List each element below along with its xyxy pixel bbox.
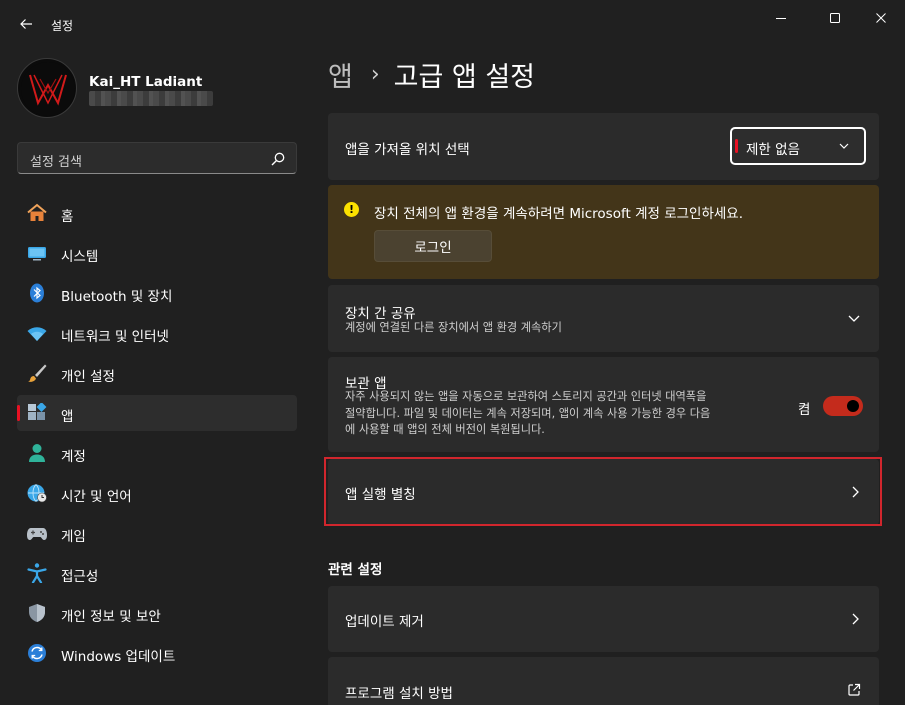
- sidebar-item-label: 접근성: [61, 569, 99, 585]
- app-execution-aliases-card[interactable]: 앱 실행 별칭: [328, 459, 879, 525]
- login-button[interactable]: 로그인: [374, 230, 492, 262]
- archive-subtitle-line-3: 에 사용할 때 앱의 전체 버전이 복원됩니다.: [345, 423, 545, 436]
- title-bar: 설정: [0, 0, 905, 48]
- sidebar-item-bluetooth[interactable]: Bluetooth 및 장치: [17, 275, 297, 311]
- install-source-title: 앱을 가져올 위치 선택: [345, 142, 470, 158]
- share-subtitle: 계정에 연결된 다른 장치에서 앱 환경 계속하기: [345, 321, 562, 334]
- user-name: Kai_HT Ladiant: [89, 74, 203, 90]
- sidebar-item-label: 시간 및 언어: [61, 489, 132, 505]
- install-source-dropdown[interactable]: 제한 없음: [730, 127, 866, 165]
- search-placeholder: 설정 검색: [30, 155, 82, 170]
- share-across-devices-card[interactable]: 장치 간 공유 계정에 연결된 다른 장치에서 앱 환경 계속하기: [328, 285, 879, 352]
- page-title: 고급 앱 설정: [393, 61, 536, 93]
- archive-apps-card: 보관 앱 자주 사용되지 않는 앱을 자동으로 보관하여 스토리지 공간과 인터…: [328, 357, 879, 452]
- related-settings-title: 관련 설정: [328, 562, 383, 578]
- accessibility-icon: [26, 563, 48, 583]
- sidebar-item-home[interactable]: 홈: [17, 195, 297, 231]
- sidebar-item-personalization[interactable]: 개인 설정: [17, 355, 297, 391]
- gamepad-icon: [26, 523, 48, 543]
- program-install-label: 프로그램 설치 방법: [345, 686, 453, 702]
- archive-subtitle-line-2: 절약합니다. 파일 및 데이터는 계속 저장되며, 앱이 계속 사용 가능한 경…: [345, 406, 711, 420]
- sidebar-item-privacy-security[interactable]: 개인 정보 및 보안: [17, 595, 297, 631]
- banner-message: 장치 전체의 앱 환경을 계속하려면 Microsoft 계정 로그인하세요.: [374, 206, 744, 222]
- user-profile[interactable]: Kai_HT Ladiant: [17, 58, 297, 120]
- breadcrumb: 앱 › 고급 앱 설정: [328, 54, 535, 94]
- sidebar-item-accounts[interactable]: 계정: [17, 435, 297, 471]
- sidebar-item-label: Bluetooth 및 장치: [61, 289, 173, 305]
- avatar-logo-icon: [21, 62, 75, 116]
- sidebar-item-label: 시스템: [61, 249, 99, 265]
- sidebar-item-label: 개인 정보 및 보안: [61, 609, 161, 625]
- maximize-icon: [830, 13, 840, 23]
- app-title: 설정: [51, 19, 74, 33]
- sidebar-item-apps[interactable]: 앱: [17, 395, 297, 431]
- brush-icon: [26, 363, 48, 383]
- uninstall-updates-card[interactable]: 업데이트 제거: [328, 586, 879, 652]
- sidebar-item-windows-update[interactable]: Windows 업데이트: [17, 635, 297, 671]
- minimize-button[interactable]: [766, 6, 796, 30]
- sidebar-item-network[interactable]: 네트워크 및 인터넷: [17, 315, 297, 351]
- sidebar-item-system[interactable]: 시스템: [17, 235, 297, 271]
- share-title: 장치 간 공유: [345, 306, 416, 322]
- program-install-card[interactable]: 프로그램 설치 방법: [328, 657, 879, 705]
- toggle-knob: [847, 400, 859, 412]
- arrow-left-icon: [20, 19, 32, 29]
- avatar: [17, 58, 77, 118]
- install-source-card: 앱을 가져올 위치 선택 제한 없음: [328, 113, 879, 180]
- sidebar-item-label: 홈: [61, 209, 74, 225]
- search-input[interactable]: 설정 검색: [17, 142, 297, 174]
- aliases-title: 앱 실행 별칭: [345, 487, 416, 503]
- warning-icon: !: [344, 202, 359, 217]
- archive-toggle-state: 켬: [798, 402, 811, 418]
- globe-clock-icon: [26, 483, 48, 503]
- close-button[interactable]: [866, 6, 896, 30]
- external-link-icon: [848, 683, 861, 696]
- search-icon: [271, 152, 285, 166]
- wifi-icon: [26, 323, 48, 343]
- sidebar-nav: 홈 시스템 Bluetooth 및 장치 네트워크 및 인터넷 개인 설정 앱: [17, 195, 297, 675]
- archive-subtitle-line-1: 자주 사용되지 않는 앱을 자동으로 보관하여 스토리지 공간과 인터넷 대역폭…: [345, 390, 707, 403]
- close-icon: [876, 13, 886, 23]
- sidebar-item-accessibility[interactable]: 접근성: [17, 555, 297, 591]
- minimize-icon: [776, 18, 786, 19]
- chevron-down-icon: [839, 143, 849, 149]
- sidebar-item-label: 계정: [61, 449, 86, 465]
- breadcrumb-parent[interactable]: 앱: [328, 55, 353, 94]
- sidebar-item-label: 게임: [61, 529, 86, 545]
- redacted-email: [89, 91, 213, 106]
- sidebar-item-label: 앱: [61, 409, 74, 425]
- shield-icon: [26, 603, 48, 623]
- chevron-down-icon[interactable]: [847, 312, 861, 324]
- bluetooth-icon: [26, 283, 48, 303]
- sidebar-item-label: 개인 설정: [61, 369, 115, 385]
- sidebar-item-gaming[interactable]: 게임: [17, 515, 297, 551]
- dropdown-value: 제한 없음: [746, 142, 800, 158]
- archive-toggle[interactable]: [823, 396, 863, 416]
- monitor-icon: [26, 243, 48, 263]
- update-icon: [26, 643, 48, 663]
- account-warning-banner: ! 장치 전체의 앱 환경을 계속하려면 Microsoft 계정 로그인하세요…: [328, 185, 879, 279]
- uninstall-updates-label: 업데이트 제거: [345, 614, 424, 630]
- sidebar-item-label: Windows 업데이트: [61, 649, 176, 665]
- breadcrumb-separator: ›: [370, 61, 380, 87]
- back-button[interactable]: [12, 10, 40, 38]
- person-icon: [26, 443, 48, 463]
- apps-icon: [26, 403, 48, 423]
- sidebar-item-time-language[interactable]: 시간 및 언어: [17, 475, 297, 511]
- maximize-button[interactable]: [820, 6, 850, 30]
- home-icon: [26, 203, 48, 223]
- chevron-right-icon: [852, 486, 859, 498]
- chevron-right-icon: [852, 613, 859, 625]
- sidebar-item-label: 네트워크 및 인터넷: [61, 329, 169, 345]
